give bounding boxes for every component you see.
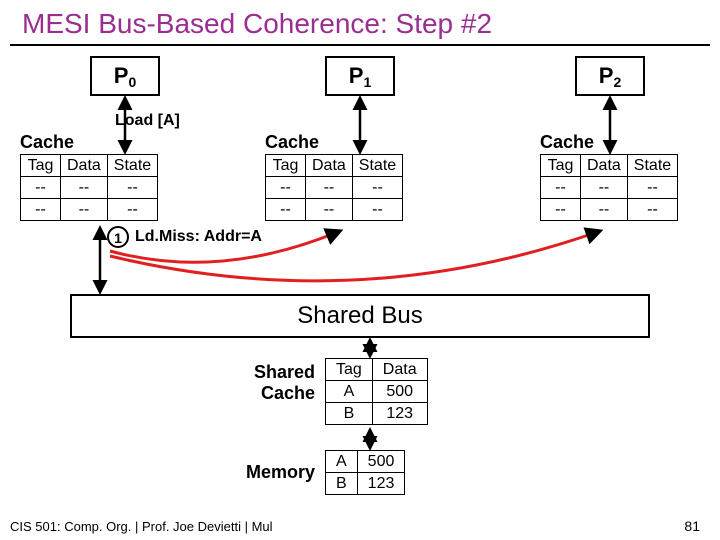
cache-label-0: Cache bbox=[20, 132, 74, 153]
load-action-label: Load [A] bbox=[115, 112, 180, 130]
cache-label-1: Cache bbox=[265, 132, 319, 153]
footer-text: CIS 501: Comp. Org. | Prof. Joe Devietti… bbox=[10, 519, 273, 534]
cache-table-2: TagDataState ------ ------ bbox=[540, 154, 678, 221]
step-number-badge: 1 bbox=[107, 226, 129, 248]
processor-p2: P2 bbox=[575, 56, 645, 96]
shared-cache-label: Shared Cache bbox=[175, 362, 315, 404]
shared-cache-table: TagData A500 B123 bbox=[325, 358, 428, 425]
diagram-stage: P0 P1 P2 Load [A] Cache Cache Cache TagD… bbox=[0, 56, 720, 536]
cache-label-2: Cache bbox=[540, 132, 594, 153]
shared-bus: Shared Bus bbox=[70, 294, 650, 338]
page-title: MESI Bus-Based Coherence: Step #2 bbox=[10, 0, 710, 46]
processor-p1: P1 bbox=[325, 56, 395, 96]
processor-p0: P0 bbox=[90, 56, 160, 96]
load-miss-label: Ld.Miss: Addr=A bbox=[135, 228, 262, 246]
cache-table-1: TagDataState ------ ------ bbox=[265, 154, 403, 221]
cache-table-0: TagDataState ------ ------ bbox=[20, 154, 158, 221]
slide-number: 81 bbox=[684, 518, 700, 534]
memory-label: Memory bbox=[175, 462, 315, 483]
memory-table: A500 B123 bbox=[325, 450, 405, 495]
